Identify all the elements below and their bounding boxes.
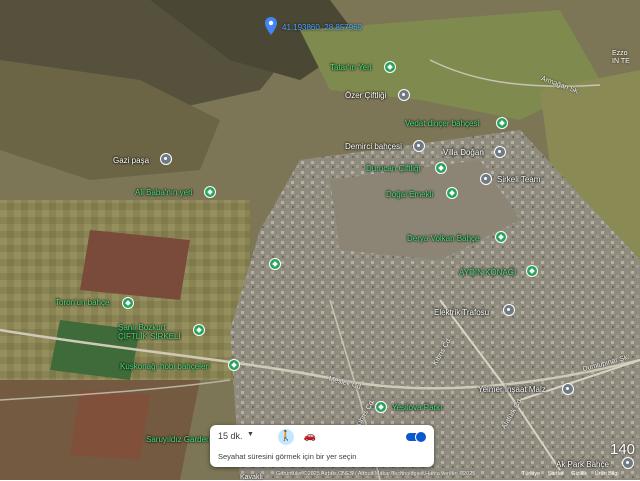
place-pin-icon[interactable] bbox=[446, 187, 458, 199]
driving-mode-icon[interactable]: 🚗 bbox=[302, 429, 318, 445]
place-pin-icon[interactable] bbox=[622, 457, 634, 469]
satellite-map[interactable] bbox=[0, 0, 640, 480]
place-label[interactable]: Toron'un bahçe bbox=[55, 298, 109, 307]
place-pin-icon[interactable] bbox=[495, 231, 507, 243]
place-label[interactable]: Gazi paşa bbox=[113, 156, 149, 165]
scale-number: 140 bbox=[610, 441, 636, 458]
place-label-partial: Ezzo IN TE bbox=[612, 50, 630, 65]
travel-time-hint: Seyahat süresini görmek için bir yer seç… bbox=[218, 452, 357, 461]
place-label[interactable]: Villa Doğan bbox=[443, 148, 484, 157]
coordinate-label: 41.193860, 28.857969 bbox=[282, 23, 363, 32]
travel-time-panel: 15 dk. ▼ 🚶 🚗 Seyahat süresini görmek içi… bbox=[210, 425, 434, 467]
travel-time-toggle[interactable] bbox=[406, 431, 427, 443]
place-pin-icon[interactable] bbox=[384, 61, 396, 73]
place-pin-icon[interactable] bbox=[122, 297, 134, 309]
place-label[interactable]: Ak Park Bahçe bbox=[556, 460, 609, 469]
place-pin-icon[interactable] bbox=[375, 401, 387, 413]
place-pin-icon[interactable] bbox=[160, 153, 172, 165]
map-attribution: Görüntüler ©2025 Airbus,CNES / Airbus,Ma… bbox=[276, 471, 476, 477]
footer-links: Türkiye Şartlar Gizlilik Ürün Bilgi bbox=[522, 471, 625, 477]
location-pin-icon[interactable] bbox=[265, 17, 277, 35]
duration-dropdown[interactable]: 15 dk. bbox=[218, 431, 243, 441]
place-label[interactable]: Tatar'ın Yeri bbox=[330, 63, 372, 72]
place-pin-icon[interactable] bbox=[480, 173, 492, 185]
place-label[interactable]: Yelmer İnşaat Malz bbox=[478, 385, 546, 394]
footer-link-terms[interactable]: Şartlar bbox=[548, 471, 564, 477]
place-pin-icon[interactable] bbox=[526, 265, 538, 277]
place-pin-icon[interactable] bbox=[435, 162, 447, 174]
place-label[interactable]: Sirkeli Team bbox=[497, 175, 540, 184]
footer-link-product-info[interactable]: Ürün Bilgi bbox=[595, 471, 619, 477]
place-label[interactable]: Doğal Emekli bbox=[386, 190, 433, 199]
place-pin-icon[interactable] bbox=[228, 359, 240, 371]
place-label[interactable]: Kuşkonağı hobi bahçeleri bbox=[120, 362, 210, 371]
chevron-down-icon[interactable]: ▼ bbox=[247, 431, 254, 438]
place-label[interactable]: AYDIN KONAĞI bbox=[459, 268, 516, 277]
place-label[interactable]: Yeşilova Parkı bbox=[392, 403, 442, 412]
place-pin-icon[interactable] bbox=[269, 258, 281, 270]
footer-link-country[interactable]: Türkiye bbox=[522, 471, 540, 477]
place-label[interactable]: Derya Volkan Bahçe bbox=[407, 234, 480, 243]
place-pin-icon[interactable] bbox=[494, 146, 506, 158]
footer-link-privacy[interactable]: Gizlilik bbox=[571, 471, 587, 477]
place-label[interactable]: Ali Baba'nın yeri bbox=[135, 188, 193, 197]
place-pin-icon[interactable] bbox=[413, 140, 425, 152]
place-label[interactable]: Özer Çiftliği bbox=[345, 91, 386, 100]
walking-mode-icon[interactable]: 🚶 bbox=[278, 429, 294, 445]
place-label[interactable]: Şanlı Bozkurt ÇİFTLİK SİRKELİ bbox=[118, 323, 190, 341]
place-label[interactable]: Durucan Çiftliği bbox=[366, 164, 420, 173]
place-pin-icon[interactable] bbox=[398, 89, 410, 101]
place-pin-icon[interactable] bbox=[503, 304, 515, 316]
place-pin-icon[interactable] bbox=[193, 324, 205, 336]
place-pin-icon[interactable] bbox=[562, 383, 574, 395]
place-label[interactable]: Demirci bahçesi bbox=[345, 142, 402, 151]
place-label[interactable]: Elektrik Trafosu bbox=[434, 308, 489, 317]
place-label[interactable]: Saruyıldız Garden bbox=[146, 435, 210, 444]
place-pin-icon[interactable] bbox=[204, 186, 216, 198]
place-pin-icon[interactable] bbox=[496, 117, 508, 129]
place-label[interactable]: Vedat dinçer bahçesi bbox=[405, 119, 479, 128]
